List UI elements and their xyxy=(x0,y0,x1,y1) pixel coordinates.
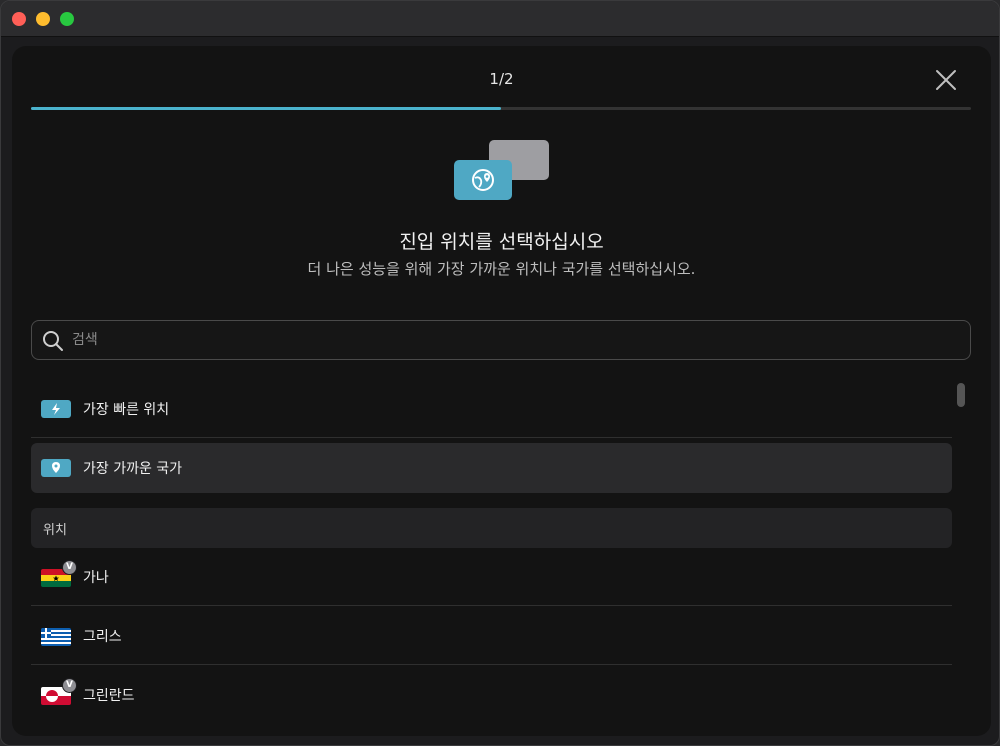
v-badge: V xyxy=(62,560,77,575)
card-front xyxy=(454,160,512,200)
location-label: 가나 xyxy=(83,570,109,586)
page-title: 진입 위치를 선택하십시오 xyxy=(399,231,604,253)
maximize-window-button[interactable] xyxy=(60,12,74,26)
page-subtitle: 더 나은 성능을 위해 가장 가까운 위치나 국가를 선택하십시오. xyxy=(307,260,696,278)
section-label: 위치 xyxy=(43,523,67,538)
step-indicator: 1/2 xyxy=(489,70,514,88)
location-label: 그린란드 xyxy=(83,688,135,704)
v-badge: V xyxy=(62,678,77,693)
divider xyxy=(31,664,952,665)
locations-section-header: 위치 xyxy=(31,508,952,548)
divider xyxy=(31,437,952,438)
title-bar xyxy=(1,1,999,37)
search-input[interactable] xyxy=(72,329,952,351)
location-label: 그리스 xyxy=(83,629,122,645)
location-pin-icon xyxy=(41,459,71,477)
entry-location-dialog: 1/2 진입 위치를 선택하십시오 더 나은 성능을 위해 가장 가까운 위치나… xyxy=(12,46,991,736)
app-window: 1/2 진입 위치를 선택하십시오 더 나은 성능을 위해 가장 가까운 위치나… xyxy=(0,0,1000,746)
progress-bar xyxy=(31,107,971,110)
greece-flag-icon xyxy=(41,628,71,646)
close-window-button[interactable] xyxy=(12,12,26,26)
divider xyxy=(31,605,952,606)
globe-pin-icon xyxy=(472,169,494,191)
location-item-greenland[interactable]: V 그린란드 xyxy=(31,670,952,720)
search-box xyxy=(31,320,971,360)
location-item-ghana[interactable]: V 가나 xyxy=(31,552,952,602)
progress-fill xyxy=(31,107,501,110)
minimize-window-button[interactable] xyxy=(36,12,50,26)
option-label: 가장 가까운 국가 xyxy=(83,461,183,477)
location-illustration-icon xyxy=(454,140,550,202)
lightning-icon xyxy=(41,400,71,418)
search-icon xyxy=(43,331,63,351)
close-icon[interactable] xyxy=(934,68,958,92)
option-label: 가장 빠른 위치 xyxy=(83,402,170,418)
location-item-greece[interactable]: 그리스 xyxy=(31,611,952,661)
scrollbar-thumb[interactable] xyxy=(957,383,965,407)
closest-country-option[interactable]: 가장 가까운 국가 xyxy=(31,443,952,493)
fastest-location-option[interactable]: 가장 빠른 위치 xyxy=(31,384,952,434)
